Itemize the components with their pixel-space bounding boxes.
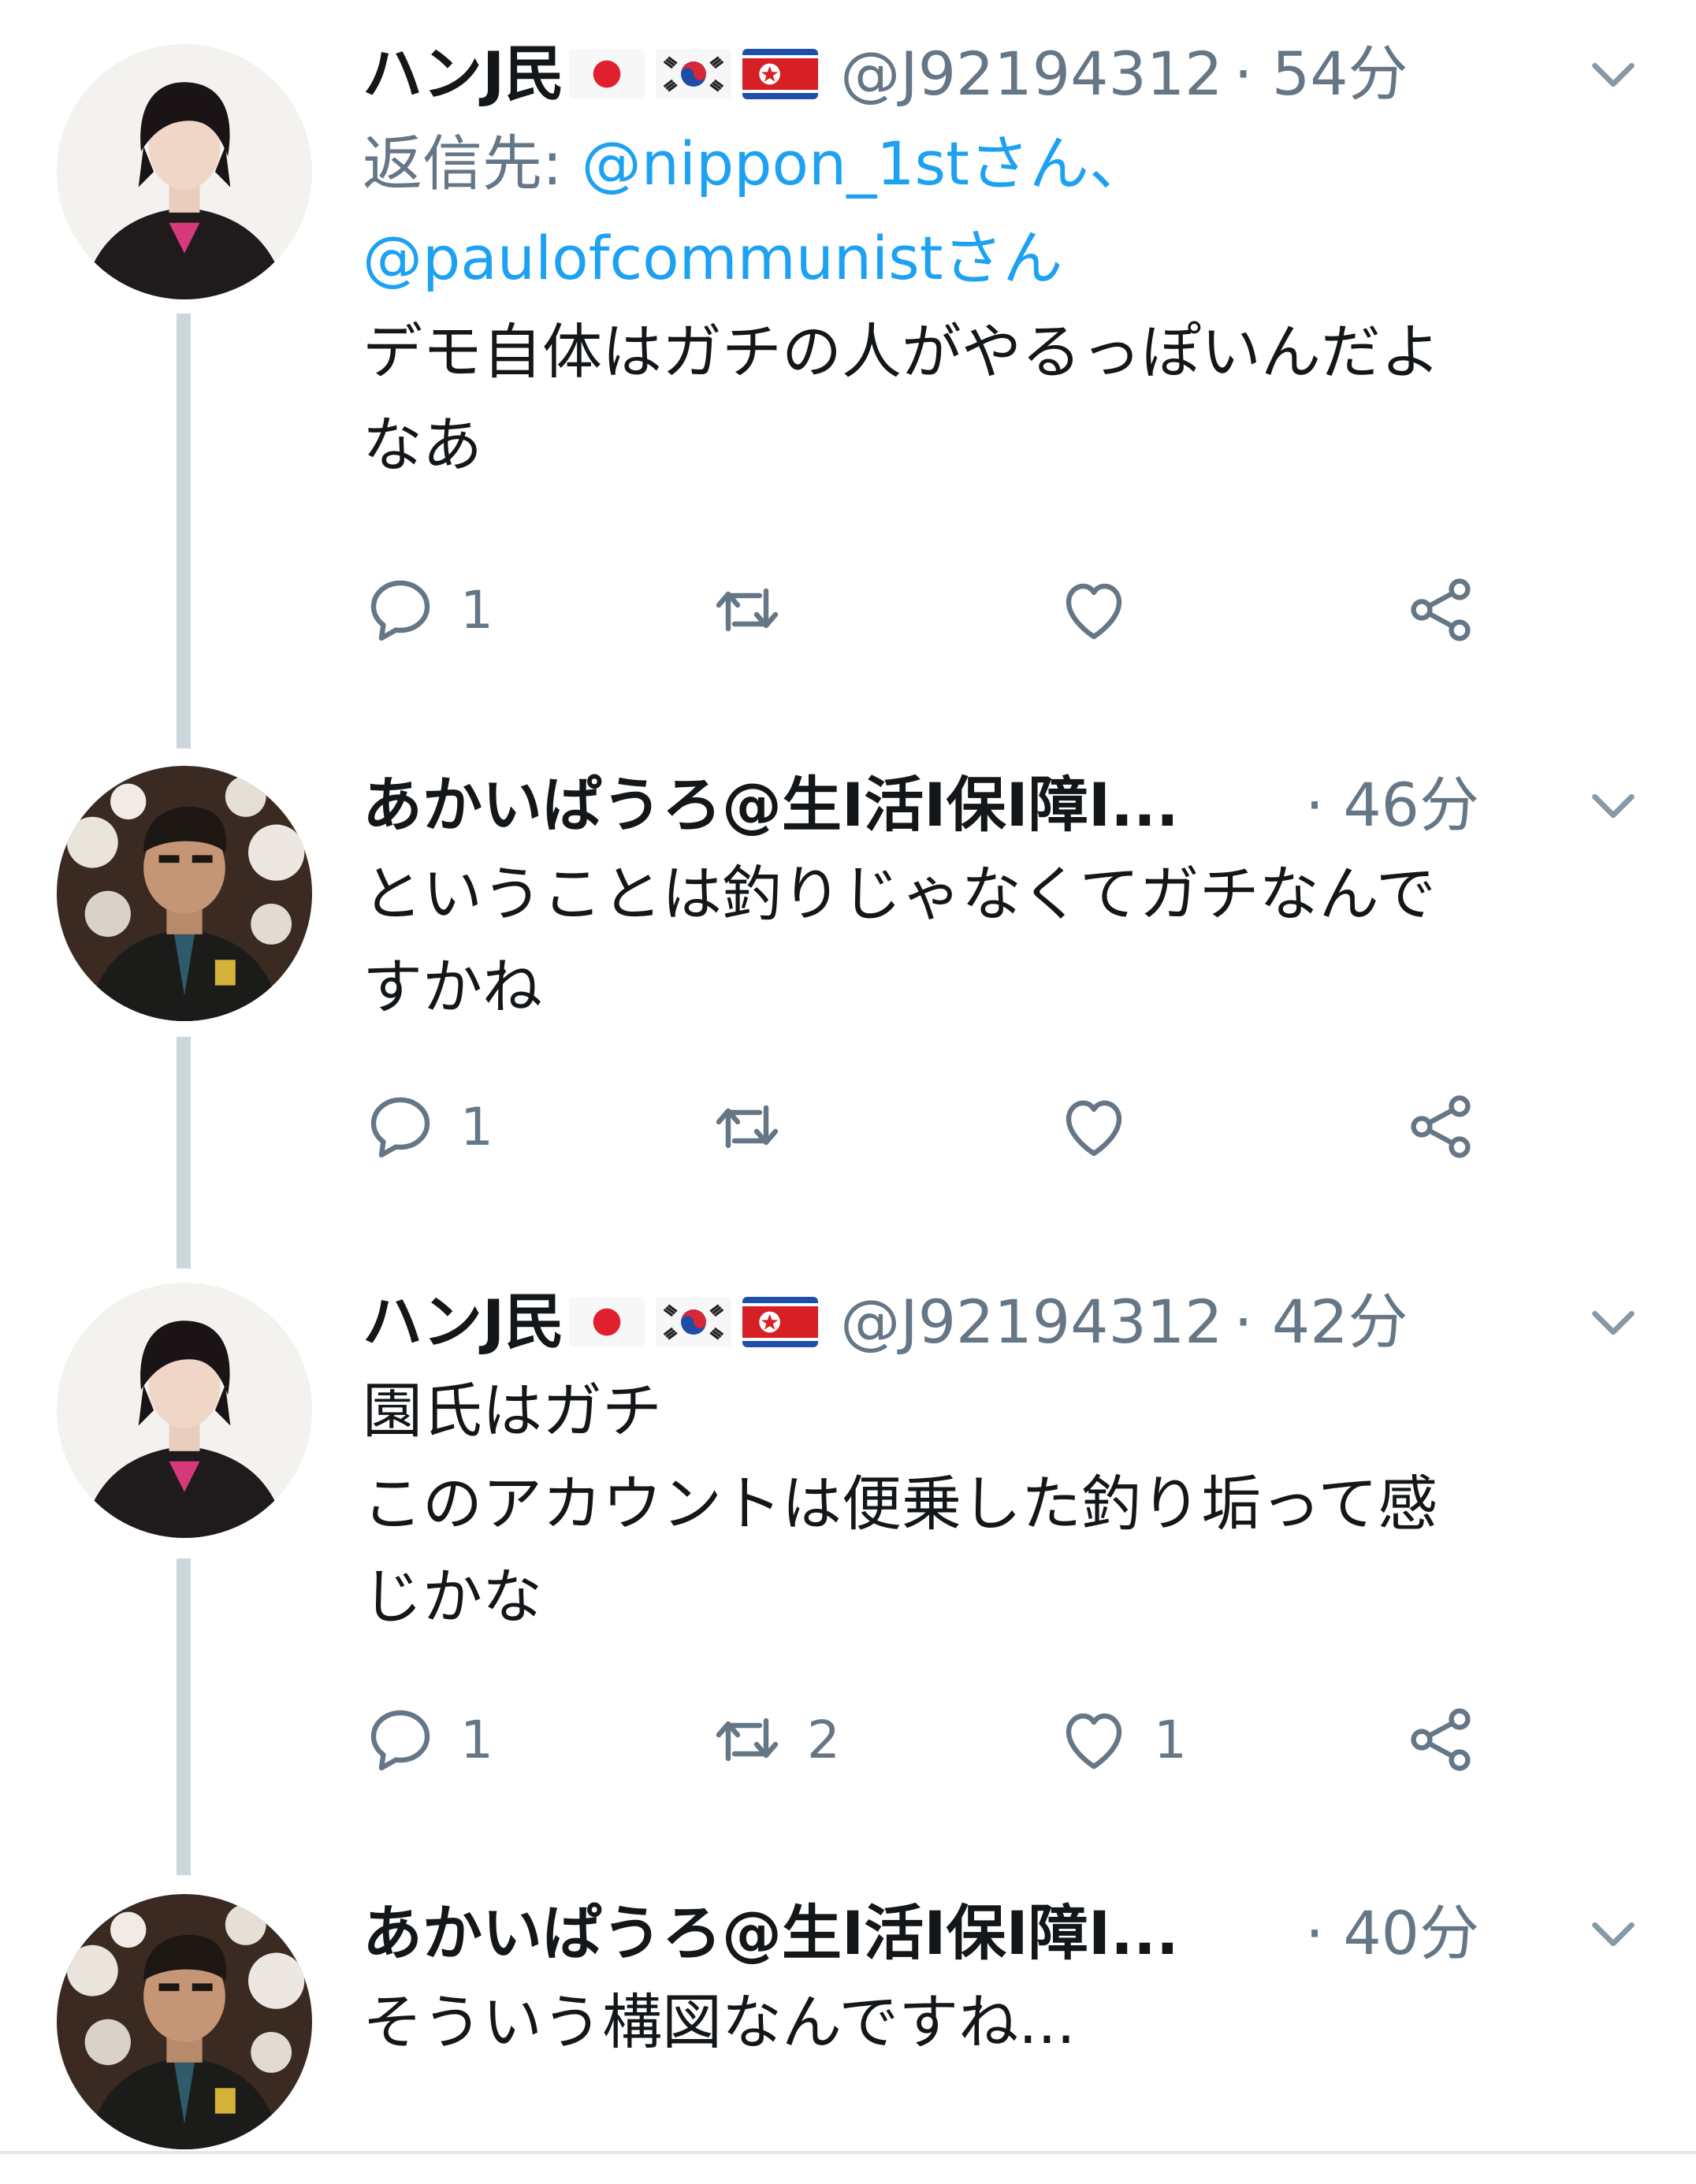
reply-button[interactable]: 1 bbox=[363, 1079, 493, 1174]
display-name[interactable]: ハンJ民 bbox=[363, 32, 564, 117]
retweet-button[interactable] bbox=[709, 563, 807, 657]
tweet-header: ハンJ民 @J92194312 · 54分 bbox=[363, 32, 1649, 117]
south-korea-flag-icon bbox=[656, 1297, 731, 1347]
retweet-icon bbox=[709, 1702, 785, 1777]
thread-line bbox=[177, 314, 191, 748]
share-icon bbox=[1403, 1089, 1478, 1164]
tweet-text: 園氏はガチ このアカウントは便乗した釣り垢って感 じかな bbox=[363, 1376, 1438, 1632]
flag-emojis bbox=[569, 49, 829, 99]
action-bar: 1 2 1 bbox=[363, 1692, 1466, 1787]
chevron-down-icon[interactable] bbox=[1586, 47, 1641, 102]
action-bar: 1 bbox=[363, 563, 1466, 657]
north-korea-flag-icon bbox=[742, 49, 818, 99]
display-name[interactable]: あかいぱうろ@生I活I保I障I... bbox=[363, 763, 1253, 848]
tweet-header: あかいぱうろ@生I活I保I障I... · 46分 bbox=[363, 763, 1649, 848]
action-bar: 1 bbox=[363, 1079, 1466, 1174]
reply-icon bbox=[363, 1089, 438, 1164]
user-handle[interactable]: @J92194312 bbox=[840, 32, 1222, 117]
flag-emojis bbox=[569, 1297, 829, 1347]
tweet-header: ハンJ民 @J92194312 · 42分 bbox=[363, 1280, 1649, 1365]
reply-count: 1 bbox=[460, 579, 493, 641]
display-name[interactable]: ハンJ民 bbox=[363, 1280, 564, 1365]
retweet-icon bbox=[709, 1089, 785, 1164]
japan-flag-icon bbox=[569, 49, 645, 99]
chevron-down-icon[interactable] bbox=[1586, 778, 1641, 834]
avatar[interactable] bbox=[57, 766, 312, 1021]
avatar[interactable] bbox=[57, 1283, 312, 1538]
tweet-header: あかいぱうろ@生I活I保I障I... · 40分 bbox=[363, 1891, 1649, 1976]
heart-icon bbox=[1056, 1702, 1132, 1777]
timestamp[interactable]: · 54分 bbox=[1234, 32, 1408, 117]
tweet-text: デモ自体はガチの人がやるっぽいんだよ なあ bbox=[363, 317, 1441, 480]
avatar[interactable] bbox=[57, 44, 312, 299]
retweet-icon bbox=[709, 572, 785, 648]
japan-flag-icon bbox=[569, 1297, 645, 1347]
like-count: 1 bbox=[1154, 1709, 1187, 1770]
share-button[interactable] bbox=[1403, 1079, 1478, 1174]
timestamp[interactable]: · 42分 bbox=[1234, 1280, 1408, 1365]
reply-to-label: 返信先: bbox=[363, 128, 582, 199]
reply-count: 1 bbox=[460, 1709, 493, 1770]
share-button[interactable] bbox=[1403, 563, 1478, 657]
like-button[interactable] bbox=[1056, 563, 1154, 657]
reply-icon bbox=[363, 572, 438, 648]
share-icon bbox=[1403, 1702, 1478, 1777]
share-button[interactable] bbox=[1403, 1692, 1478, 1787]
thread-line bbox=[177, 1037, 191, 1268]
reply-button[interactable]: 1 bbox=[363, 563, 493, 657]
reply-count: 1 bbox=[460, 1096, 493, 1157]
mention-link[interactable]: @nippon_1stさん、 bbox=[582, 128, 1149, 199]
display-name[interactable]: あかいぱうろ@生I活I保I障I... bbox=[363, 1891, 1253, 1976]
avatar[interactable] bbox=[57, 1894, 312, 2149]
retweet-count: 2 bbox=[807, 1709, 840, 1770]
heart-icon bbox=[1056, 572, 1132, 648]
like-button[interactable]: 1 bbox=[1056, 1692, 1187, 1787]
like-button[interactable] bbox=[1056, 1079, 1154, 1174]
user-handle[interactable]: @J92194312 bbox=[840, 1280, 1222, 1365]
north-korea-flag-icon bbox=[742, 1297, 818, 1347]
reply-icon bbox=[363, 1702, 438, 1777]
retweet-button[interactable] bbox=[709, 1079, 807, 1174]
chevron-down-icon[interactable] bbox=[1586, 1295, 1641, 1350]
mention-link[interactable]: @paulofcommunistさん bbox=[363, 223, 1063, 293]
thread-line bbox=[177, 1558, 191, 1875]
divider bbox=[0, 2151, 1696, 2154]
tweet-text: そういう構図なんですね... bbox=[363, 1987, 1076, 2057]
timestamp[interactable]: · 46分 bbox=[1305, 763, 1479, 848]
south-korea-flag-icon bbox=[656, 49, 731, 99]
reply-to: 返信先: @nippon_1stさん、 @paulofcommunistさん bbox=[363, 117, 1649, 306]
retweet-button[interactable]: 2 bbox=[709, 1692, 840, 1787]
tweet-text: ということは釣りじゃなくてガチなんで すかね bbox=[363, 859, 1436, 1022]
heart-icon bbox=[1056, 1089, 1132, 1164]
share-icon bbox=[1403, 572, 1478, 648]
chevron-down-icon[interactable] bbox=[1586, 1907, 1641, 1962]
timestamp[interactable]: · 40分 bbox=[1305, 1891, 1479, 1976]
reply-button[interactable]: 1 bbox=[363, 1692, 493, 1787]
